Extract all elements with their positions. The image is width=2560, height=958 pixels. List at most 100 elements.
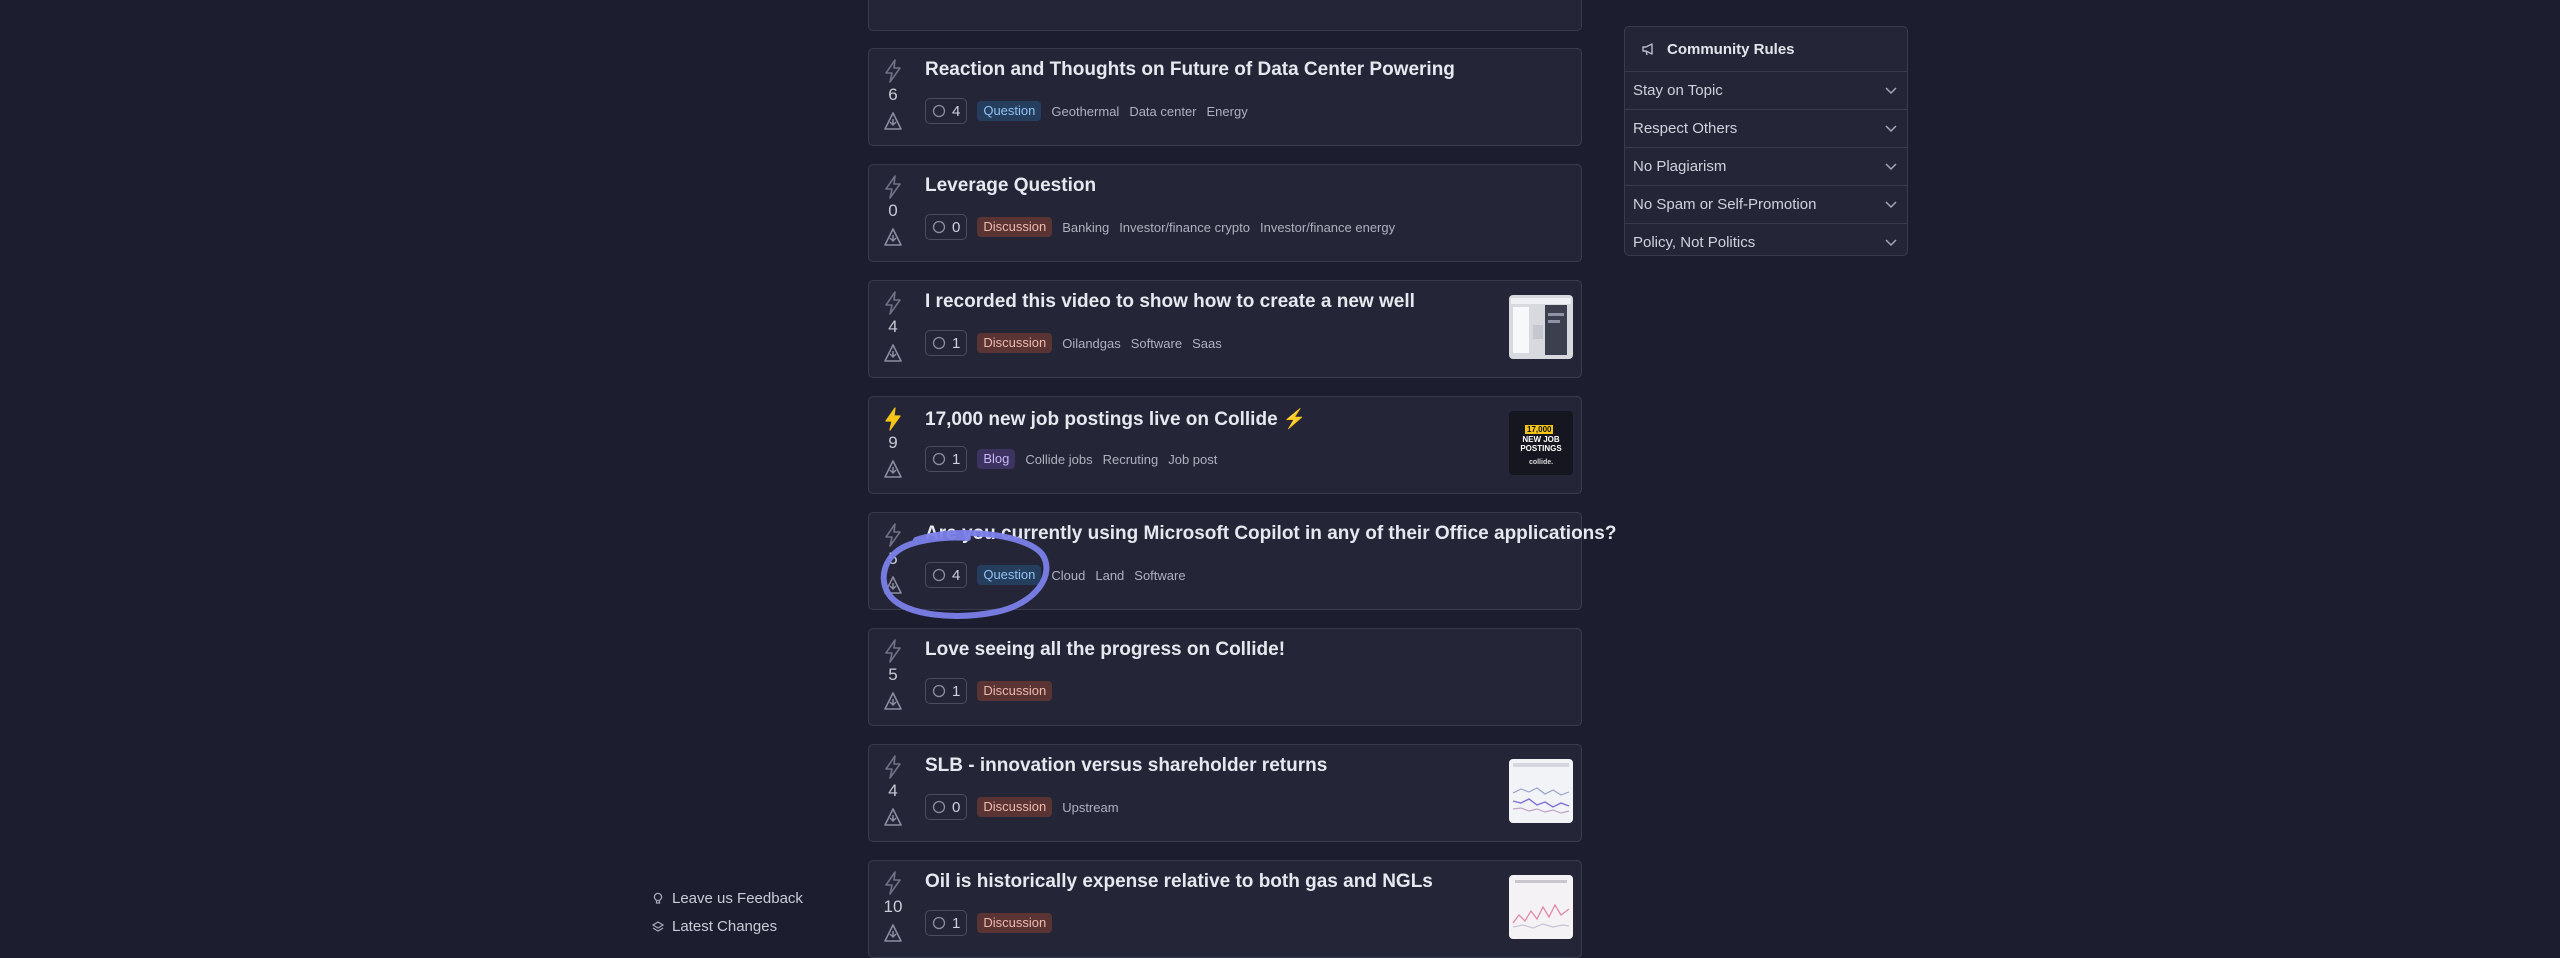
post-meta: 1 Discussion: [925, 909, 1053, 937]
post-tag[interactable]: Software: [1131, 336, 1182, 351]
comment-count-button[interactable]: 0: [925, 214, 968, 240]
post-tag[interactable]: Oilandgas: [1062, 336, 1121, 351]
comment-count: 4: [952, 102, 961, 120]
post-meta: 1 Discussion Oilandgas Software Saas: [925, 329, 1222, 357]
vote-column: 4: [869, 281, 917, 377]
post-tag[interactable]: Investor/finance crypto: [1119, 220, 1250, 235]
comment-count: 1: [952, 450, 961, 468]
downvote-icon[interactable]: [883, 459, 903, 479]
upvote-bolt-icon[interactable]: [883, 291, 903, 315]
post-tag[interactable]: Land: [1095, 568, 1124, 583]
downvote-icon[interactable]: [883, 111, 903, 131]
post-badge[interactable]: Discussion: [977, 913, 1053, 933]
post-title[interactable]: I recorded this video to show how to cre…: [925, 291, 1415, 313]
rule-item[interactable]: Respect Others: [1625, 110, 1907, 148]
downvote-icon[interactable]: [883, 807, 903, 827]
vote-score: 6: [888, 85, 898, 104]
post-card[interactable]: 5 Love seeing all the progress on Collid…: [868, 628, 1582, 726]
post-tag[interactable]: Saas: [1192, 336, 1222, 351]
community-rules-panel: Community Rules Stay on Topic Respect Ot…: [1624, 26, 1908, 256]
post-meta: 0 Discussion Upstream: [925, 793, 1119, 821]
post-card-partial[interactable]: [868, 0, 1582, 31]
comment-count-button[interactable]: 1: [925, 446, 968, 472]
vote-column: 10: [869, 861, 917, 957]
post-thumbnail-chart[interactable]: [1509, 759, 1573, 823]
post-title[interactable]: Love seeing all the progress on Collide!: [925, 639, 1285, 661]
comment-icon: [932, 684, 946, 698]
comment-count-button[interactable]: 1: [925, 678, 968, 704]
feedback-link[interactable]: Leave us Feedback: [652, 890, 803, 907]
post-tag[interactable]: Geothermal: [1051, 104, 1119, 119]
chevron-down-icon: [1885, 200, 1897, 208]
downvote-icon[interactable]: [883, 691, 903, 711]
vote-column: 6: [869, 49, 917, 145]
post-thumbnail-screenshot[interactable]: [1509, 295, 1573, 359]
latest-changes-link[interactable]: Latest Changes: [652, 918, 777, 935]
comment-count-button[interactable]: 4: [925, 98, 968, 124]
post-tag[interactable]: Upstream: [1062, 800, 1118, 815]
post-tag[interactable]: Software: [1134, 568, 1185, 583]
vote-column: 5: [869, 629, 917, 725]
latest-changes-label: Latest Changes: [672, 918, 778, 935]
chevron-down-icon: [1885, 124, 1897, 132]
comment-icon: [932, 336, 946, 350]
post-title[interactable]: Oil is historically expense relative to …: [925, 871, 1433, 893]
post-badge[interactable]: Discussion: [977, 333, 1053, 353]
post-badge[interactable]: Discussion: [977, 797, 1053, 817]
upvote-bolt-icon[interactable]: [883, 871, 903, 895]
chevron-down-icon: [1885, 162, 1897, 170]
downvote-icon[interactable]: [883, 343, 903, 363]
post-title[interactable]: SLB - innovation versus shareholder retu…: [925, 755, 1327, 777]
post-tag[interactable]: Job post: [1168, 452, 1217, 467]
community-rules-title: Community Rules: [1667, 40, 1795, 58]
post-card[interactable]: 0 Leverage Question 0 Discussion Banking…: [868, 164, 1582, 262]
post-tag[interactable]: Collide jobs: [1025, 452, 1092, 467]
post-card[interactable]: 4 SLB - innovation versus shareholder re…: [868, 744, 1582, 842]
upvote-bolt-icon[interactable]: [883, 175, 903, 199]
downvote-icon[interactable]: [883, 923, 903, 943]
post-tag[interactable]: Data center: [1129, 104, 1196, 119]
post-tag[interactable]: Recruting: [1103, 452, 1159, 467]
post-badge[interactable]: Discussion: [977, 217, 1053, 237]
post-tag[interactable]: Banking: [1062, 220, 1109, 235]
post-thumbnail-jobs[interactable]: 17,000 NEW JOB POSTINGS collide.: [1509, 411, 1573, 475]
rule-label: Stay on Topic: [1633, 82, 1723, 99]
post-title[interactable]: 17,000 new job postings live on Collide …: [925, 407, 1307, 431]
rule-item[interactable]: No Spam or Self-Promotion: [1625, 186, 1907, 224]
rule-label: Policy, Not Politics: [1633, 234, 1756, 251]
rule-label: No Spam or Self-Promotion: [1633, 196, 1817, 213]
feedback-link-label: Leave us Feedback: [672, 890, 803, 907]
post-meta: 1 Discussion: [925, 677, 1053, 705]
comment-count: 1: [952, 334, 961, 352]
vote-column: 9: [869, 397, 917, 493]
upvote-bolt-icon[interactable]: [883, 639, 903, 663]
post-tag[interactable]: Energy: [1207, 104, 1248, 119]
post-badge[interactable]: Question: [977, 101, 1042, 121]
post-card[interactable]: 10 Oil is historically expense relative …: [868, 860, 1582, 958]
comment-count: 1: [952, 682, 961, 700]
post-title[interactable]: Leverage Question: [925, 175, 1096, 197]
upvote-bolt-icon[interactable]: [883, 755, 903, 779]
post-meta: 0 Discussion Banking Investor/finance cr…: [925, 213, 1395, 241]
post-tag[interactable]: Investor/finance energy: [1260, 220, 1395, 235]
post-badge[interactable]: Discussion: [977, 681, 1053, 701]
post-thumbnail-chart[interactable]: [1509, 875, 1573, 939]
comment-count-button[interactable]: 1: [925, 330, 968, 356]
post-badge[interactable]: Blog: [977, 449, 1016, 469]
downvote-icon[interactable]: [883, 227, 903, 247]
post-card[interactable]: 4 I recorded this video to show how to c…: [868, 280, 1582, 378]
comment-count-button[interactable]: 1: [925, 910, 968, 936]
post-card[interactable]: 9 17,000 new job postings live on Collid…: [868, 396, 1582, 494]
upvote-bolt-icon[interactable]: [883, 59, 903, 83]
thumb-line: POSTINGS: [1520, 444, 1562, 453]
upvote-bolt-icon-active[interactable]: [883, 407, 903, 431]
post-card[interactable]: 6 Reaction and Thoughts on Future of Dat…: [868, 48, 1582, 146]
comment-icon: [932, 104, 946, 118]
rule-item[interactable]: Policy, Not Politics: [1625, 224, 1907, 261]
post-title[interactable]: Reaction and Thoughts on Future of Data …: [925, 59, 1455, 81]
rule-item[interactable]: Stay on Topic: [1625, 72, 1907, 110]
rule-item[interactable]: No Plagiarism: [1625, 148, 1907, 186]
layers-icon: [652, 920, 664, 932]
comment-count-button[interactable]: 0: [925, 794, 968, 820]
thumb-number: 17,000: [1525, 425, 1554, 434]
